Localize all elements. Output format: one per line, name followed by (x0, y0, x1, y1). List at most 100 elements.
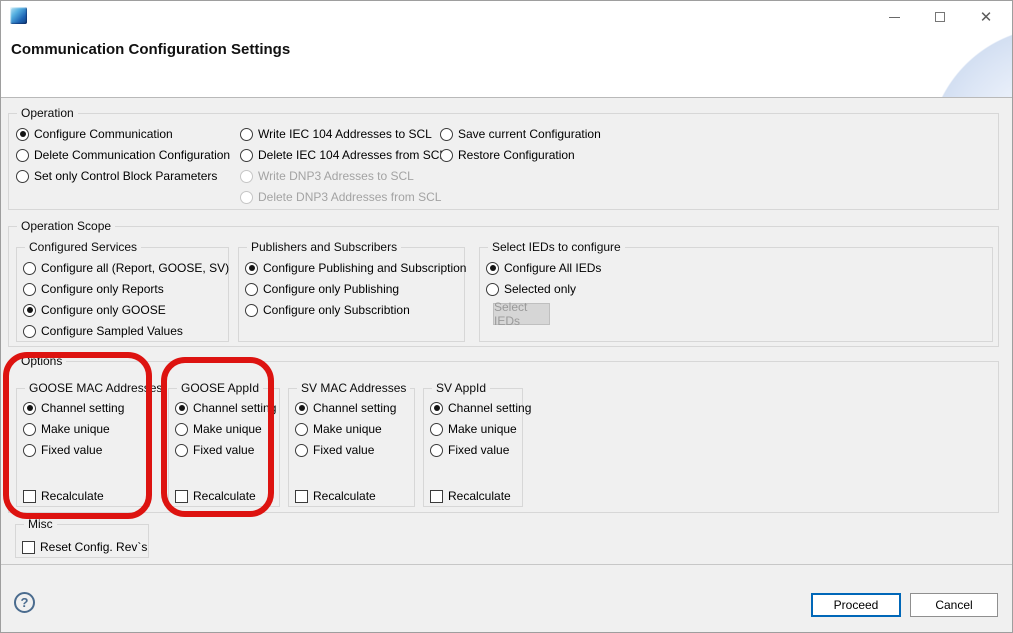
radio-goose-mac-make-unique[interactable]: Make unique (23, 421, 110, 437)
radio-label: Configure All IEDs (504, 260, 601, 276)
checkbox-goose-appid-recalculate[interactable]: Recalculate (175, 488, 256, 504)
radio-goose-mac-fixed-value[interactable]: Fixed value (23, 442, 102, 458)
radio-goose-appid-fixed-value[interactable]: Fixed value (175, 442, 254, 458)
radio-checked-icon (245, 262, 258, 275)
radio-label: Selected only (504, 281, 576, 297)
radio-selected-only[interactable]: Selected only (486, 281, 576, 297)
radio-icon (23, 283, 36, 296)
checkbox-goose-mac-recalculate[interactable]: Recalculate (23, 488, 104, 504)
radio-label: Make unique (41, 421, 110, 437)
checkbox-icon (295, 490, 308, 503)
misc-group: Misc Reset Config. Rev`s (15, 524, 149, 558)
radio-icon (440, 149, 453, 162)
select-ieds-group-label: Select IEDs to configure (488, 240, 625, 254)
radio-sv-appid-channel-setting[interactable]: Channel setting (430, 400, 531, 416)
radio-configure-only-goose[interactable]: Configure only GOOSE (23, 302, 166, 318)
radio-icon (430, 444, 443, 457)
radio-icon (23, 325, 36, 338)
radio-delete-iec-104-adresses-from-scl[interactable]: Delete IEC 104 Adresses from SCL (240, 147, 446, 163)
checkbox-sv-mac-recalculate[interactable]: Recalculate (295, 488, 376, 504)
radio-label: Write IEC 104 Addresses to SCL (258, 126, 432, 142)
maximize-button[interactable] (917, 3, 963, 31)
minimize-button[interactable] (871, 3, 917, 31)
radio-set-only-control-block-parameters[interactable]: Set only Control Block Parameters (16, 168, 217, 184)
proceed-button-label: Proceed (834, 598, 879, 612)
radio-icon (430, 423, 443, 436)
radio-sv-mac-channel-setting[interactable]: Channel setting (295, 400, 396, 416)
checkbox-sv-appid-recalculate[interactable]: Recalculate (430, 488, 511, 504)
radio-sv-mac-make-unique[interactable]: Make unique (295, 421, 382, 437)
radio-configure-only-publishing[interactable]: Configure only Publishing (245, 281, 399, 297)
radio-configure-sampled-values[interactable]: Configure Sampled Values (23, 323, 183, 339)
proceed-button[interactable]: Proceed (811, 593, 901, 617)
sv-appid-group: SV AppId Channel setting Make unique Fix… (423, 388, 523, 507)
radio-sv-appid-make-unique[interactable]: Make unique (430, 421, 517, 437)
radio-icon (245, 304, 258, 317)
radio-label: Fixed value (41, 442, 102, 458)
publishers-subscribers-group: Publishers and Subscribers Configure Pub… (238, 247, 465, 342)
radio-write-iec-104-addresses-to-scl[interactable]: Write IEC 104 Addresses to SCL (240, 126, 432, 142)
app-icon (10, 7, 27, 24)
radio-goose-mac-channel-setting[interactable]: Channel setting (23, 400, 124, 416)
radio-checked-icon (175, 402, 188, 415)
radio-icon (240, 128, 253, 141)
radio-label: Make unique (313, 421, 382, 437)
help-icon: ? (21, 595, 29, 610)
minimize-icon (889, 17, 900, 18)
configured-services-group: Configured Services Configure all (Repor… (16, 247, 229, 342)
radio-label: Save current Configuration (458, 126, 601, 142)
radio-configure-only-reports[interactable]: Configure only Reports (23, 281, 164, 297)
radio-label: Delete IEC 104 Adresses from SCL (258, 147, 446, 163)
radio-checked-icon (16, 128, 29, 141)
radio-label: Channel setting (313, 400, 396, 416)
radio-configure-communication[interactable]: Configure Communication (16, 126, 173, 142)
select-ieds-group: Select IEDs to configure Configure All I… (479, 247, 993, 342)
footer-separator (1, 564, 1012, 565)
radio-label: Delete DNP3 Addresses from SCL (258, 189, 441, 205)
dialog-window: ✕ Communication Configuration Settings O… (0, 0, 1013, 633)
goose-appid-label: GOOSE AppId (177, 381, 263, 395)
sv-mac-addresses-label: SV MAC Addresses (297, 381, 410, 395)
operation-scope-group: Operation Scope Configured Services Conf… (8, 226, 999, 347)
radio-icon (175, 423, 188, 436)
select-ieds-button-label: Select IEDs (494, 300, 549, 328)
radio-configure-all-report-goose-sv[interactable]: Configure all (Report, GOOSE, SV) (23, 260, 229, 276)
radio-configure-publishing-and-subscription[interactable]: Configure Publishing and Subscription (245, 260, 466, 276)
radio-configure-all-ieds[interactable]: Configure All IEDs (486, 260, 601, 276)
radio-sv-mac-fixed-value[interactable]: Fixed value (295, 442, 374, 458)
radio-label: Fixed value (448, 442, 509, 458)
checkbox-label: Reset Config. Rev`s (40, 539, 147, 555)
radio-restore-configuration[interactable]: Restore Configuration (440, 147, 575, 163)
radio-label: Fixed value (313, 442, 374, 458)
radio-checked-icon (486, 262, 499, 275)
radio-label: Fixed value (193, 442, 254, 458)
sv-appid-label: SV AppId (432, 381, 490, 395)
cancel-button[interactable]: Cancel (910, 593, 998, 617)
select-ieds-button[interactable]: Select IEDs (493, 303, 550, 325)
goose-mac-addresses-group: GOOSE MAC Addresses Channel setting Make… (16, 388, 150, 507)
radio-checked-icon (23, 304, 36, 317)
radio-delete-dnp3-addresses-from-scl: Delete DNP3 Addresses from SCL (240, 189, 441, 205)
misc-group-label: Misc (24, 517, 57, 531)
checkbox-label: Recalculate (41, 488, 104, 504)
checkbox-icon (22, 541, 35, 554)
radio-goose-appid-make-unique[interactable]: Make unique (175, 421, 262, 437)
radio-save-current-configuration[interactable]: Save current Configuration (440, 126, 601, 142)
radio-configure-only-subscribtion[interactable]: Configure only Subscribtion (245, 302, 410, 318)
checkbox-reset-config-revs[interactable]: Reset Config. Rev`s (22, 539, 147, 555)
operation-group: Operation Configure Communication Delete… (8, 113, 999, 210)
close-button[interactable]: ✕ (963, 3, 1009, 31)
radio-write-dnp3-adresses-to-scl: Write DNP3 Adresses to SCL (240, 168, 414, 184)
radio-disabled-icon (240, 170, 253, 183)
radio-label: Write DNP3 Adresses to SCL (258, 168, 414, 184)
radio-icon (295, 423, 308, 436)
close-icon: ✕ (980, 10, 993, 25)
help-button[interactable]: ? (14, 592, 35, 613)
checkbox-icon (175, 490, 188, 503)
radio-delete-communication-configuration[interactable]: Delete Communication Configuration (16, 147, 230, 163)
radio-icon (245, 283, 258, 296)
radio-sv-appid-fixed-value[interactable]: Fixed value (430, 442, 509, 458)
radio-goose-appid-channel-setting[interactable]: Channel setting (175, 400, 276, 416)
radio-label: Configure all (Report, GOOSE, SV) (41, 260, 229, 276)
options-group-label: Options (17, 354, 66, 368)
